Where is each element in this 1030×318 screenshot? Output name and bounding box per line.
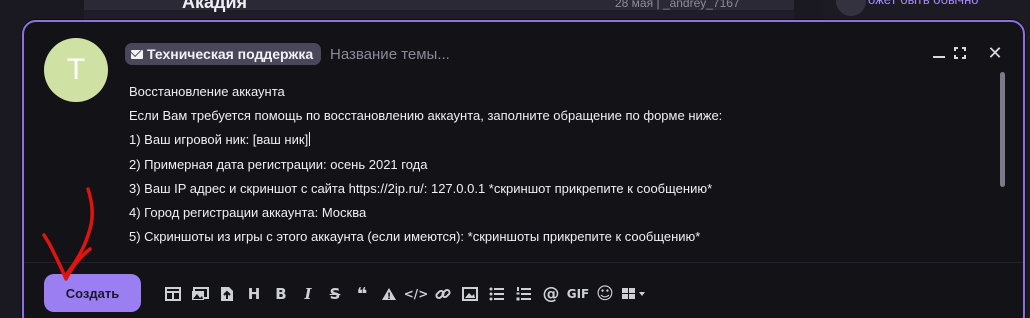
bullet-list-icon[interactable] <box>484 284 510 304</box>
warning-icon[interactable]: ! <box>376 284 402 304</box>
editor-scrollbar[interactable] <box>1000 72 1005 187</box>
thread-title-input[interactable] <box>330 42 890 66</box>
envelope-icon <box>131 49 143 59</box>
toggle-view-icon[interactable] <box>160 284 186 304</box>
quote-icon[interactable]: ❝ <box>349 284 375 305</box>
svg-text:!: ! <box>387 292 391 301</box>
minimize-icon <box>933 56 945 58</box>
numbered-list-icon[interactable] <box>511 284 537 304</box>
code-icon[interactable]: </> <box>403 284 429 304</box>
toolbar-divider <box>24 262 1023 263</box>
body-line: 5) Скриншоты из игры с этого аккаунта (е… <box>129 229 701 245</box>
category-tag[interactable]: Техническая поддержка <box>125 43 322 65</box>
heading-icon[interactable]: H <box>241 284 267 304</box>
close-icon: ✕ <box>987 43 1003 63</box>
body-line: Если Вам требуется помощь по восстановле… <box>129 108 723 124</box>
mention-icon[interactable]: @ <box>538 284 564 304</box>
formatting-toolbar: H B I S ❝ ! </> @ GIF ☺ <box>160 284 650 305</box>
more-icon[interactable] <box>619 284 649 304</box>
red-arrow-annotation <box>42 187 94 281</box>
background-thread-meta: 28 мая | _andrey_7167 <box>615 0 740 10</box>
arrow-shaft <box>64 187 94 277</box>
gif-icon[interactable]: GIF <box>565 284 591 304</box>
thread-editor: T Техническая поддержка ✕ Восстановление… <box>22 20 1025 318</box>
background-thread-title: Акадия <box>182 0 248 12</box>
italic-icon[interactable]: I <box>295 284 321 304</box>
close-button[interactable]: ✕ <box>984 42 1006 64</box>
body-line: Восстановление аккаунта <box>129 84 285 99</box>
image-icon[interactable] <box>457 284 483 304</box>
body-line: 3) Ваш IP адрес и скриншот с сайта https… <box>129 180 713 196</box>
expand-icon <box>954 47 966 59</box>
upload-icon[interactable] <box>214 284 240 304</box>
gallery-icon[interactable] <box>187 284 213 304</box>
body-line-with-caret: 1) Ваш игровой ник: [ваш ник] <box>129 132 311 148</box>
text-caret <box>309 132 311 147</box>
minimize-button[interactable] <box>928 42 950 64</box>
link-icon[interactable] <box>430 284 456 304</box>
user-avatar: T <box>44 38 108 102</box>
message-body[interactable]: Восстановление аккаунта Если Вам требует… <box>129 80 989 249</box>
body-line: 2) Примерная дата регистрации: осень 202… <box>129 156 428 172</box>
emoji-icon[interactable]: ☺ <box>592 284 618 304</box>
bold-icon[interactable]: B <box>268 284 294 304</box>
category-label: Техническая поддержка <box>147 46 314 62</box>
body-line: 4) Город регистрации аккаунта: Москва <box>129 205 367 221</box>
expand-button[interactable] <box>949 42 971 64</box>
sidebar-link: ожет быть обычно <box>868 0 978 8</box>
strikethrough-icon[interactable]: S <box>322 284 348 304</box>
